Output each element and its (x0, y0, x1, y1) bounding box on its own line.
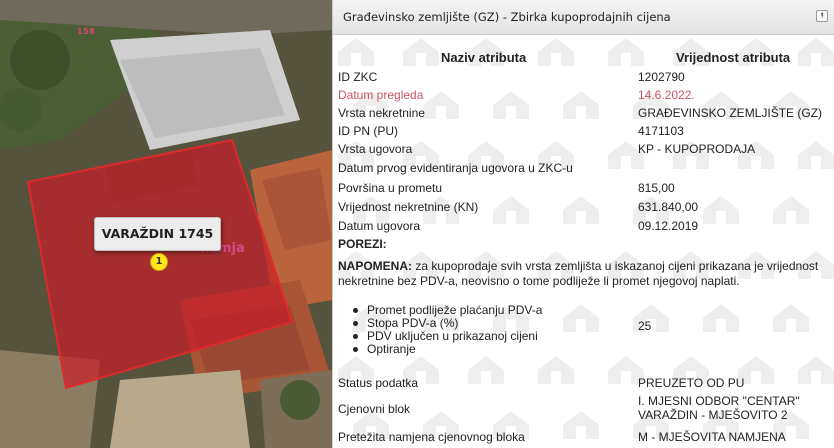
attribute-value: 14.6.2022. (638, 88, 695, 102)
column-header-name: Naziv atributa (441, 50, 527, 65)
attribute-name: Vrsta nekretnine (338, 106, 425, 120)
attribute-name: Vrijednost nekretnine (KN) (338, 200, 479, 214)
attribute-name: Datum ugovora (338, 219, 421, 233)
map-view[interactable]: 158 ka namja VARAŽDIN 1745 1 (0, 0, 332, 448)
parcel-number-label: 158 (77, 27, 96, 36)
attribute-value: M - MJEŠOVITA NAMJENA (638, 430, 786, 444)
attribute-name: Cjenovni blok (338, 402, 411, 416)
attribute-row: ID ZKC 1202790 (338, 70, 828, 88)
panel-header: Građevinsko zemljište (GZ) - Zbirka kupo… (333, 0, 834, 35)
column-header-value: Vrijednost atributa (676, 50, 791, 65)
parcel-tooltip: VARAŽDIN 1745 (94, 217, 221, 251)
attribute-value: GRAĐEVINSKO ZEMLJIŠTE (GZ) (638, 106, 823, 120)
note-label: NAPOMENA: (338, 259, 412, 273)
location-marker[interactable]: 1 (150, 253, 168, 271)
attribute-value: 631.840,00 (638, 200, 699, 214)
attribute-name: ID PN (PU) (338, 124, 398, 138)
attribute-row: Datum prvog evidentiranja ugovora u ZKC-… (338, 161, 828, 179)
attribute-name: Površina u prometu (338, 181, 443, 195)
attribute-name: ID ZKC (338, 70, 378, 84)
note-text: NAPOMENA: za kupoprodaje svih vrsta zeml… (338, 259, 826, 288)
attribute-row: Vrijednost nekretnine (KN) 631.840,00 (338, 200, 828, 218)
taxes-label: POREZI: (338, 237, 387, 251)
attribute-row: Datum ugovora 09.12.2019 (338, 219, 828, 237)
attribute-row: Vrsta ugovora KP - KUPOPRODAJA (338, 142, 828, 160)
attribute-row: Cjenovni blok I. MJESNI ODBOR "CENTAR" V… (338, 394, 828, 424)
attribute-value: 4171103 (638, 124, 684, 138)
attribute-name: Datum pregleda (338, 88, 424, 102)
taxes-heading: POREZI: (338, 237, 828, 255)
panel-title: Građevinsko zemljište (GZ) - Zbirka kupo… (343, 10, 671, 24)
attribute-row: Vrsta nekretnine GRAĐEVINSKO ZEMLJIŠTE (… (338, 106, 828, 124)
attribute-value: 815,00 (638, 181, 675, 195)
vat-bullet-list: Promet podliježe plaćanju PDV-a Stopa PD… (353, 304, 542, 356)
attribute-value: PREUZETO OD PU (638, 376, 745, 390)
attribute-name: Status podatka (338, 376, 419, 390)
attribute-row: Status podatka PREUZETO OD PU (338, 376, 828, 394)
attribute-value: 09.12.2019 (638, 219, 699, 233)
attribute-value: KP - KUPOPRODAJA (638, 142, 756, 156)
vat-rate-value: 25 (638, 319, 652, 333)
attribute-name: Pretežita namjena cjenovnog bloka (338, 430, 525, 444)
attribute-value: I. MJESNI ODBOR "CENTAR" VARAŽDIN - MJEŠ… (638, 394, 800, 422)
attribute-name: Vrsta ugovora (338, 142, 413, 156)
attribute-row: ID PN (PU) 4171103 (338, 124, 828, 142)
double-chevron-up-icon[interactable]: ⯭ (816, 10, 828, 22)
attribute-name: Datum prvog evidentiranja ugovora u ZKC-… (338, 161, 573, 175)
attribute-row: Površina u prometu 815,00 (338, 181, 828, 199)
attribute-row: Datum pregleda 14.6.2022. (338, 88, 828, 106)
attribute-panel: Građevinsko zemljište (GZ) - Zbirka kupo… (332, 0, 834, 448)
attribute-row: Pretežita namjena cjenovnog bloka M - MJ… (338, 430, 828, 448)
bullet-item: Optiranje (353, 343, 542, 356)
attribute-value: 1202790 (638, 70, 685, 84)
